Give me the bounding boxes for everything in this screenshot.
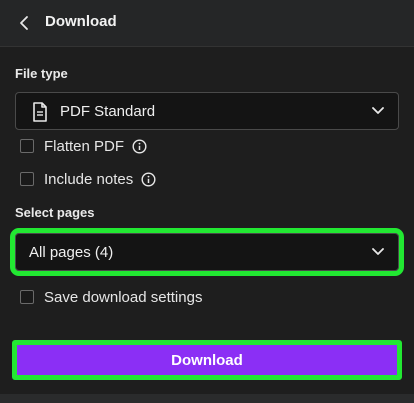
file-type-value: PDF Standard [60,102,156,120]
include-notes-label: Include notes [44,170,134,188]
file-type-select[interactable]: PDF Standard [15,92,399,130]
save-settings-checkbox[interactable] [20,290,34,304]
info-icon[interactable] [132,138,147,154]
save-settings-label: Save download settings [44,288,203,306]
save-settings-row: Save download settings [20,287,202,307]
flatten-pdf-row: Flatten PDF [20,136,147,156]
flatten-pdf-label: Flatten PDF [44,137,125,155]
download-button-label: Download [171,351,243,369]
chevron-down-icon [372,248,384,256]
chevron-down-icon [372,107,384,115]
include-notes-checkbox[interactable] [20,172,34,186]
select-pages-label: Select pages [15,205,95,220]
info-icon[interactable] [141,171,156,187]
chevron-left-icon [20,16,28,30]
flatten-pdf-checkbox[interactable] [20,139,34,153]
select-pages-value: All pages (4) [29,243,114,261]
panel-title: Download [45,13,117,30]
document-icon [32,102,48,122]
file-type-label: File type [15,66,68,81]
download-button[interactable]: Download [12,340,402,380]
panel-footer [0,394,414,403]
include-notes-row: Include notes [20,169,156,189]
back-button[interactable] [12,11,36,35]
panel-header: Download [0,0,414,47]
select-pages-dropdown[interactable]: All pages (4) [10,228,404,276]
